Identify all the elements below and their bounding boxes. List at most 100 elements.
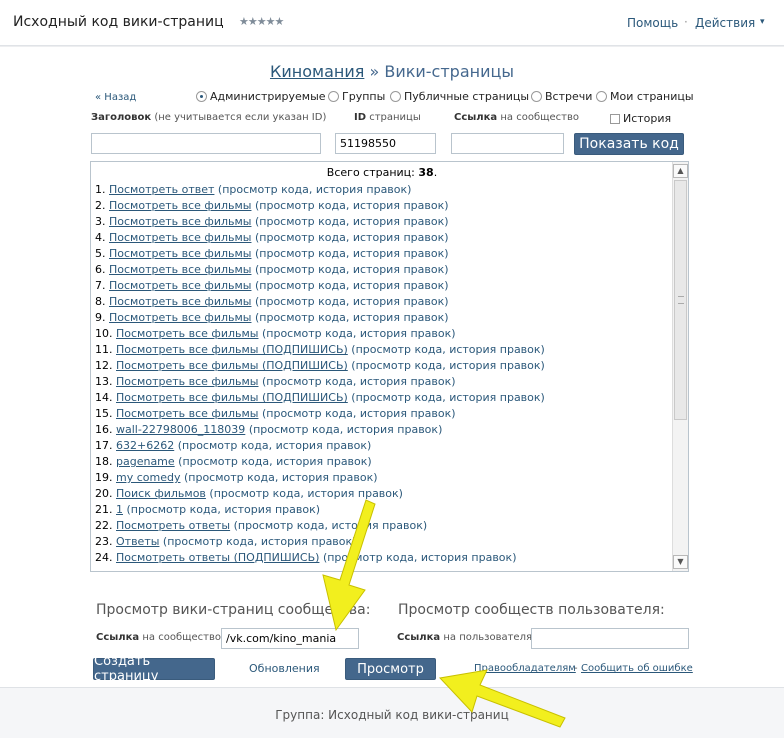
page-title-link[interactable]: Посмотреть все фильмы (109, 295, 251, 308)
page-title-link[interactable]: my comedy (116, 471, 180, 484)
page-title-link[interactable]: Посмотреть все фильмы (116, 407, 258, 420)
copyright-holders-link[interactable]: Правообладателям (474, 663, 576, 674)
view-code-link[interactable]: просмотр кода (259, 311, 346, 324)
view-code-link[interactable]: просмотр кода (182, 455, 269, 468)
edit-history-link[interactable]: история правок (353, 199, 444, 212)
view-code-link[interactable]: просмотр кода (188, 471, 275, 484)
history-checkbox[interactable]: История (610, 112, 671, 125)
edit-history-link[interactable]: история правок (332, 519, 423, 532)
scroll-down-icon[interactable]: ▼ (673, 555, 688, 569)
view-code-link[interactable]: просмотр кода (356, 343, 443, 356)
radio-my-pages[interactable]: Мои страницы (596, 90, 694, 103)
page-id-input[interactable]: 51198550 (335, 133, 436, 154)
pages-list[interactable]: Всего страниц: 38. 1. Посмотреть ответ (… (90, 161, 689, 572)
show-code-button[interactable]: Показать код (574, 133, 684, 155)
view-code-link[interactable]: просмотр кода (259, 231, 346, 244)
edit-history-link[interactable]: история правок (353, 263, 444, 276)
edit-history-link[interactable]: история правок (360, 327, 451, 340)
page-title-link[interactable]: 632+6262 (116, 439, 174, 452)
user-url-input[interactable] (531, 628, 689, 649)
community-url-input[interactable]: /vk.com/kino_mania (221, 628, 359, 649)
scroll-thumb[interactable] (674, 180, 687, 420)
view-code-link[interactable]: просмотр кода (131, 503, 218, 516)
view-code-link[interactable]: просмотр кода (356, 359, 443, 372)
page-title-link[interactable]: Посмотреть все фильмы (109, 199, 251, 212)
actions-menu[interactable]: Действия (695, 16, 755, 30)
edit-history-link[interactable]: история правок (360, 407, 451, 420)
create-page-button[interactable]: Создать страницу (93, 654, 215, 684)
page-title-link[interactable]: Посмотреть все фильмы (109, 247, 251, 260)
edit-history-link[interactable]: история правок (353, 231, 444, 244)
page-title-link[interactable]: Посмотреть все фильмы (ПОДПИШИСЬ) (116, 391, 348, 404)
edit-history-link[interactable]: история правок (421, 551, 512, 564)
page-title-link[interactable]: Посмотреть все фильмы (ПОДПИШИСЬ) (116, 343, 348, 356)
page-title-link[interactable]: pagename (116, 455, 175, 468)
view-code-link[interactable]: просмотр кода (214, 487, 301, 500)
page-title-link[interactable]: Поиск фильмов (116, 487, 206, 500)
view-code-link[interactable]: просмотр кода (167, 535, 254, 548)
edit-history-link[interactable]: история правок (449, 391, 540, 404)
view-code-link[interactable]: просмотр кода (259, 199, 346, 212)
edit-history-link[interactable]: история правок (282, 471, 373, 484)
scrollbar[interactable]: ▲ ▼ (672, 162, 688, 571)
view-code-link[interactable]: просмотр кода (238, 519, 325, 532)
edit-history-link[interactable]: история правок (360, 375, 451, 388)
view-code-link[interactable]: просмотр кода (266, 375, 353, 388)
page-title-link[interactable]: Посмотреть все фильмы (109, 279, 251, 292)
edit-history-link[interactable]: история правок (347, 423, 438, 436)
view-code-link[interactable]: просмотр кода (253, 423, 340, 436)
radio-administered[interactable]: Администрируемые (196, 90, 326, 103)
chevron-down-icon[interactable]: ▾ (760, 17, 765, 27)
view-code-link[interactable]: просмотр кода (259, 279, 346, 292)
view-code-link[interactable]: просмотр кода (327, 551, 414, 564)
view-code-link[interactable]: просмотр кода (356, 391, 443, 404)
edit-history-link[interactable]: история правок (316, 183, 407, 196)
edit-history-link[interactable]: история правок (224, 503, 315, 516)
help-link[interactable]: Помощь (627, 16, 678, 30)
edit-history-link[interactable]: история правок (353, 215, 444, 228)
page-title-link[interactable]: Посмотреть все фильмы (109, 311, 251, 324)
page-title-link[interactable]: Посмотреть ответы (116, 519, 230, 532)
page-title-link[interactable]: Посмотреть все фильмы (109, 231, 251, 244)
page-title-link[interactable]: Посмотреть ответы (ПОДПИШИСЬ) (116, 551, 319, 564)
radio-selected-icon[interactable] (196, 91, 207, 102)
scroll-up-icon[interactable]: ▲ (673, 164, 688, 178)
page-title-link[interactable]: 1 (116, 503, 123, 516)
edit-history-link[interactable]: история правок (261, 535, 352, 548)
view-code-link[interactable]: просмотр кода (266, 407, 353, 420)
radio-icon[interactable] (390, 91, 401, 102)
edit-history-link[interactable]: история правок (276, 455, 367, 468)
radio-groups[interactable]: Группы (328, 90, 385, 103)
title-input[interactable] (91, 133, 321, 154)
view-code-link[interactable]: просмотр кода (259, 295, 346, 308)
edit-history-link[interactable]: история правок (449, 359, 540, 372)
report-error-link[interactable]: Сообщить об ошибке (581, 663, 693, 674)
page-title-link[interactable]: Посмотреть все фильмы (ПОДПИШИСЬ) (116, 359, 348, 372)
community-link-input[interactable] (451, 133, 564, 154)
view-code-link[interactable]: просмотр кода (259, 247, 346, 260)
page-title-link[interactable]: Посмотреть все фильмы (109, 263, 251, 276)
view-button[interactable]: Просмотр (345, 658, 436, 680)
checkbox-icon[interactable] (610, 113, 620, 124)
edit-history-link[interactable]: история правок (307, 487, 398, 500)
radio-public-pages[interactable]: Публичные страницы (390, 90, 529, 103)
back-link[interactable]: « Назад (95, 92, 136, 103)
edit-history-link[interactable]: история правок (276, 439, 367, 452)
radio-events[interactable]: Встречи (531, 90, 592, 103)
view-code-link[interactable]: просмотр кода (259, 263, 346, 276)
radio-icon[interactable] (328, 91, 339, 102)
page-title-link[interactable]: Посмотреть ответ (109, 183, 214, 196)
edit-history-link[interactable]: история правок (353, 311, 444, 324)
view-code-link[interactable]: просмотр кода (222, 183, 309, 196)
edit-history-link[interactable]: история правок (353, 295, 444, 308)
edit-history-link[interactable]: история правок (449, 343, 540, 356)
radio-icon[interactable] (596, 91, 607, 102)
page-title-link[interactable]: Посмотреть все фильмы (116, 375, 258, 388)
community-link[interactable]: Киномания (270, 62, 364, 81)
page-title-link[interactable]: Ответы (116, 535, 159, 548)
radio-icon[interactable] (531, 91, 542, 102)
page-title-link[interactable]: wall-22798006_118039 (116, 423, 245, 436)
updates-link[interactable]: Обновления (249, 662, 320, 675)
view-code-link[interactable]: просмотр кода (266, 327, 353, 340)
page-title-link[interactable]: Посмотреть все фильмы (116, 327, 258, 340)
